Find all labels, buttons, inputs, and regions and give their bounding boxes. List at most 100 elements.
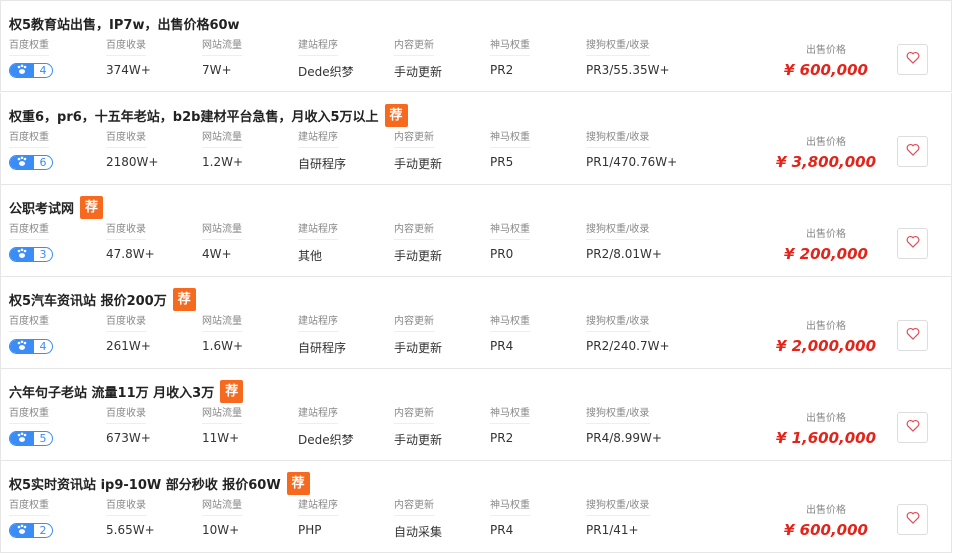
baidu-index-value: 2180W+ [106, 155, 159, 169]
sogou-cell: 搜狗权重/收录 PR3/55.35W+ [586, 39, 670, 77]
baidu-index-label: 百度收录 [106, 223, 146, 240]
sogou-value: PR4/8.99W+ [586, 431, 662, 445]
listing-title[interactable]: 公职考试网荐 [9, 195, 104, 219]
listing-title[interactable]: 权重6，pr6，十五年老站，b2b建材平台急售，月收入5万以上荐 [9, 103, 408, 127]
traffic-label: 网站流量 [202, 131, 242, 148]
program-cell: 建站程序 Dede织梦 [298, 407, 354, 448]
traffic-cell: 网站流量 10W+ [202, 499, 242, 537]
heart-outline-icon [906, 143, 920, 160]
listing-title[interactable]: 权5教育站出售，IP7w，出售价格60w [9, 11, 240, 35]
update-cell: 内容更新 手动更新 [394, 39, 442, 80]
paw-icon [10, 432, 34, 445]
sogou-label: 搜狗权重/收录 [586, 315, 650, 332]
listing-row[interactable]: 六年句子老站 流量11万 月收入3万荐百度权重 5 百度收录 673W+ 网站流量 11W… [0, 369, 952, 461]
listing-row[interactable]: 权5汽车资讯站 报价200万荐百度权重 4 百度收录 261W+ 网站流量 1.6W+ 建站… [0, 277, 952, 369]
baidu-weight-value: 4 [39, 340, 47, 353]
baidu-index-value: 374W+ [106, 63, 151, 77]
traffic-cell: 网站流量 7W+ [202, 39, 242, 77]
traffic-label: 网站流量 [202, 39, 242, 56]
price-label: 出售价格 [806, 137, 846, 148]
listing-title-text[interactable]: 六年句子老站 流量11万 月收入3万 [9, 382, 214, 401]
update-label: 内容更新 [394, 407, 434, 424]
heart-outline-icon [906, 419, 920, 436]
baidu-index-cell: 百度收录 2180W+ [106, 131, 158, 169]
price-value: ¥ 1,600,000 [775, 429, 877, 447]
traffic-value: 10W+ [202, 523, 240, 537]
baidu-weight-cell: 百度权重 2 [9, 499, 53, 538]
baidu-weight-badge: 4 [9, 63, 53, 78]
update-cell: 内容更新 手动更新 [394, 315, 442, 356]
baidu-weight-label: 百度权重 [9, 131, 49, 148]
program-label: 建站程序 [298, 223, 338, 240]
listing-title[interactable]: 权5实时资讯站 ip9-10W 部分秒收 报价60W 荐 [9, 471, 310, 495]
traffic-value: 4W+ [202, 247, 232, 261]
shenma-value: PR2 [490, 63, 514, 77]
program-label: 建站程序 [298, 39, 338, 56]
price-cell: 出售价格 ¥ 200,000 [771, 225, 881, 263]
price-value: ¥ 3,800,000 [775, 153, 877, 171]
shenma-label: 神马权重 [490, 407, 530, 424]
baidu-weight-value: 5 [39, 432, 47, 445]
sogou-cell: 搜狗权重/收录 PR1/470.76W+ [586, 131, 677, 169]
shenma-cell: 神马权重 PR0 [490, 223, 530, 261]
sogou-label: 搜狗权重/收录 [586, 499, 650, 516]
price-cell: 出售价格 ¥ 3,800,000 [771, 133, 881, 171]
baidu-weight-cell: 百度权重 4 [9, 39, 53, 78]
listing-title[interactable]: 权5汽车资讯站 报价200万荐 [9, 287, 196, 311]
program-label: 建站程序 [298, 407, 338, 424]
favorite-button[interactable] [897, 320, 928, 351]
traffic-cell: 网站流量 4W+ [202, 223, 242, 261]
program-cell: 建站程序 自研程序 [298, 315, 346, 356]
favorite-button[interactable] [897, 228, 928, 259]
favorite-button[interactable] [897, 136, 928, 167]
price-cell: 出售价格 ¥ 1,600,000 [771, 409, 881, 447]
traffic-cell: 网站流量 11W+ [202, 407, 242, 445]
paw-icon [10, 156, 34, 169]
traffic-label: 网站流量 [202, 407, 242, 424]
listing-title-text[interactable]: 公职考试网 [9, 198, 74, 217]
baidu-index-cell: 百度收录 374W+ [106, 39, 151, 77]
baidu-weight-label: 百度权重 [9, 407, 49, 424]
favorite-button[interactable] [897, 412, 928, 443]
price-label: 出售价格 [806, 413, 846, 424]
baidu-weight-badge: 5 [9, 431, 53, 446]
baidu-weight-cell: 百度权重 6 [9, 131, 53, 170]
sogou-value: PR2/8.01W+ [586, 247, 662, 261]
price-value: ¥ 2,000,000 [775, 337, 877, 355]
program-value: Dede织梦 [298, 433, 354, 447]
listing-title-text[interactable]: 权5实时资讯站 ip9-10W 部分秒收 报价60W [9, 474, 281, 493]
sogou-label: 搜狗权重/收录 [586, 131, 650, 148]
sogou-label: 搜狗权重/收录 [586, 223, 650, 240]
listing-title-text[interactable]: 权5教育站出售，IP7w，出售价格60w [9, 14, 240, 33]
shenma-cell: 神马权重 PR2 [490, 39, 530, 77]
listing-row[interactable]: 权重6，pr6，十五年老站，b2b建材平台急售，月收入5万以上荐百度权重 6 百度收… [0, 93, 952, 185]
listing-title[interactable]: 六年句子老站 流量11万 月收入3万荐 [9, 379, 244, 403]
listing-row[interactable]: 权5实时资讯站 ip9-10W 部分秒收 报价60W 荐百度权重 2 百度收录 5.65… [0, 461, 952, 553]
recommend-badge: 荐 [172, 287, 196, 311]
shenma-label: 神马权重 [490, 315, 530, 332]
price-label: 出售价格 [806, 229, 846, 240]
baidu-index-cell: 百度收录 673W+ [106, 407, 151, 445]
listing-row[interactable]: 公职考试网荐百度权重 3 百度收录 47.8W+ 网站流量 4W+ 建站程序 其他 内容更新 手动… [0, 185, 952, 277]
listing-title-text[interactable]: 权5汽车资讯站 报价200万 [9, 290, 167, 309]
shenma-value: PR0 [490, 247, 514, 261]
favorite-button[interactable] [897, 504, 928, 535]
sogou-label: 搜狗权重/收录 [586, 407, 650, 424]
baidu-weight-label: 百度权重 [9, 39, 49, 56]
paw-icon [10, 340, 34, 353]
traffic-value: 1.6W+ [202, 339, 244, 353]
update-value: 手动更新 [394, 433, 443, 447]
traffic-value: 7W+ [202, 63, 232, 77]
baidu-index-cell: 百度收录 261W+ [106, 315, 151, 353]
update-label: 内容更新 [394, 223, 434, 240]
heart-outline-icon [906, 327, 920, 344]
listing-title-text[interactable]: 权重6，pr6，十五年老站，b2b建材平台急售，月收入5万以上 [9, 106, 379, 125]
update-label: 内容更新 [394, 131, 434, 148]
baidu-weight-cell: 百度权重 3 [9, 223, 53, 262]
update-label: 内容更新 [394, 499, 434, 516]
favorite-button[interactable] [897, 44, 928, 75]
baidu-index-label: 百度收录 [106, 315, 146, 332]
baidu-weight-label: 百度权重 [9, 315, 49, 332]
update-cell: 内容更新 自动采集 [394, 499, 442, 540]
listing-row[interactable]: 权5教育站出售，IP7w，出售价格60w 百度权重 4 百度收录 374W+ 网站流量 7W… [0, 0, 952, 92]
